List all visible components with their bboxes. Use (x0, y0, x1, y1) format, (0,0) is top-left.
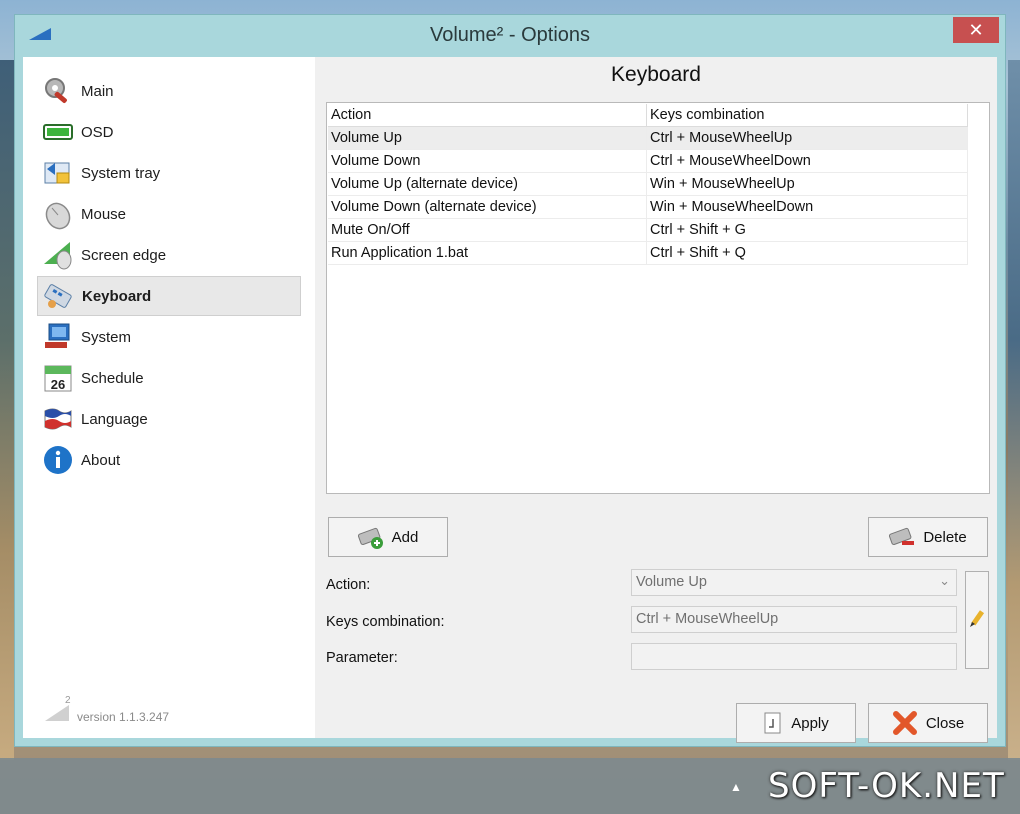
keyboard-icon (42, 279, 76, 313)
sidebar-item-label: Schedule (81, 369, 144, 387)
action-cell: Volume Down (alternate device) (328, 195, 647, 219)
computer-icon (41, 320, 75, 354)
watermark: SOFT-OK.NET (768, 766, 1005, 806)
table-row[interactable]: Volume Up Ctrl + MouseWheelUp (328, 126, 968, 150)
options-window: Volume² - Options ✕ Main OSD System tray… (14, 14, 1006, 747)
action-cell: Run Application 1.bat (328, 241, 647, 265)
close-button[interactable]: Close (868, 703, 988, 743)
desktop-background-right (1008, 60, 1020, 760)
action-cell: Mute On/Off (328, 218, 647, 242)
apply-document-icon (763, 711, 783, 735)
sidebar-item-label: About (81, 451, 121, 469)
table-row[interactable]: Volume Down Ctrl + MouseWheelDown (328, 149, 968, 173)
action-label: Action: (326, 577, 371, 593)
sidebar-item-mouse[interactable]: Mouse (37, 194, 301, 234)
sidebar-item-label: Mouse (81, 205, 127, 223)
version-label: version 1.1.3.247 (77, 710, 170, 724)
flag-icon (41, 402, 75, 436)
sidebar-item-keyboard[interactable]: Keyboard (37, 276, 301, 316)
sidebar-item-screen-edge[interactable]: Screen edge (37, 235, 301, 275)
action-cell: Volume Down (328, 149, 647, 173)
window-title: Volume² - Options (429, 24, 591, 46)
column-header-keys[interactable]: Keys combination (646, 104, 968, 127)
calendar-day-number: 26 (51, 377, 65, 392)
sidebar-item-osd[interactable]: OSD (37, 112, 301, 152)
sidebar-item-system-tray[interactable]: System tray (37, 153, 301, 193)
apply-button-label: Apply (791, 714, 829, 732)
system-tray-icon (41, 156, 75, 190)
column-header-action[interactable]: Action (328, 104, 647, 127)
sidebar-item-label: Main (81, 82, 114, 100)
close-button-label: Close (925, 714, 965, 732)
pencil-icon (968, 609, 986, 632)
table-row[interactable]: Mute On/Off Ctrl + Shift + G (328, 218, 968, 242)
parameter-label: Parameter: (326, 650, 398, 666)
keys-combination-label: Keys combination: (326, 614, 445, 630)
sidebar-item-system[interactable]: System (37, 317, 301, 357)
sidebar-item-label: System tray (81, 164, 161, 182)
apply-button[interactable]: Apply (736, 703, 856, 743)
edit-keys-button[interactable] (965, 571, 989, 669)
sidebar-item-language[interactable]: Language (37, 399, 301, 439)
sidebar: Main OSD System tray Mouse Screen edge K… (23, 57, 313, 738)
calendar-icon: 26 (41, 361, 75, 395)
add-button[interactable]: Add (328, 517, 448, 557)
delete-button-label: Delete (923, 528, 967, 546)
action-cell: Volume Up (alternate device) (328, 172, 647, 196)
table-header-row: Action Keys combination (328, 104, 968, 127)
mouse-icon (41, 197, 75, 231)
sidebar-item-label: Keyboard (82, 287, 152, 305)
hotkeys-table[interactable]: Action Keys combination Volume Up Ctrl +… (326, 102, 990, 494)
osd-bar-icon (41, 115, 75, 149)
action-cell: Volume Up (328, 126, 647, 150)
keys-combination-value: Ctrl + MouseWheelUp (636, 611, 779, 627)
action-dropdown[interactable]: Volume Up ⌄ (631, 569, 957, 596)
close-x-icon (892, 710, 918, 736)
client-area: Main OSD System tray Mouse Screen edge K… (23, 57, 997, 743)
title-bar[interactable]: Volume² - Options ✕ (15, 15, 1005, 57)
sidebar-item-label: System (81, 328, 132, 346)
action-dropdown-value: Volume Up (636, 574, 707, 590)
sidebar-item-about[interactable]: About (37, 440, 301, 480)
app-logo-small-icon: 2 (43, 695, 73, 726)
sidebar-item-label: Language (81, 410, 148, 428)
keys-cell: Ctrl + MouseWheelUp (646, 126, 968, 150)
parameter-field[interactable] (631, 643, 957, 670)
sidebar-item-schedule[interactable]: 26 Schedule (37, 358, 301, 398)
desktop-background-left (0, 60, 14, 760)
sidebar-item-label: OSD (81, 123, 114, 141)
info-icon (41, 443, 75, 477)
keys-cell: Win + MouseWheelUp (646, 172, 968, 196)
sidebar-item-main[interactable]: Main (37, 71, 301, 111)
keys-combination-field[interactable]: Ctrl + MouseWheelUp (631, 606, 957, 633)
delete-button[interactable]: Delete (868, 517, 988, 557)
keys-cell: Ctrl + Shift + G (646, 218, 968, 242)
keyboard-add-icon (357, 525, 384, 549)
table-row[interactable]: Volume Down (alternate device) Win + Mou… (328, 195, 968, 219)
keys-cell: Ctrl + Shift + Q (646, 241, 968, 265)
screen-edge-icon (41, 238, 75, 272)
wrench-gear-icon (41, 74, 75, 108)
chevron-down-icon[interactable]: ⌄ (939, 573, 950, 589)
table-row[interactable]: Volume Up (alternate device) Win + Mouse… (328, 172, 968, 196)
panel-title: Keyboard (611, 63, 701, 86)
keyboard-panel: Keyboard Action Keys combination Volume … (315, 57, 997, 743)
logo-superscript: 2 (65, 695, 71, 706)
keys-cell: Win + MouseWheelDown (646, 195, 968, 219)
add-button-label: Add (391, 528, 419, 546)
sidebar-item-label: Screen edge (81, 246, 167, 264)
keys-cell: Ctrl + MouseWheelDown (646, 149, 968, 173)
tray-overflow-icon[interactable]: ▲ (730, 780, 742, 794)
keyboard-remove-icon (889, 525, 915, 549)
window-close-button[interactable]: ✕ (953, 17, 999, 43)
table-row[interactable]: Run Application 1.bat Ctrl + Shift + Q (328, 241, 968, 265)
